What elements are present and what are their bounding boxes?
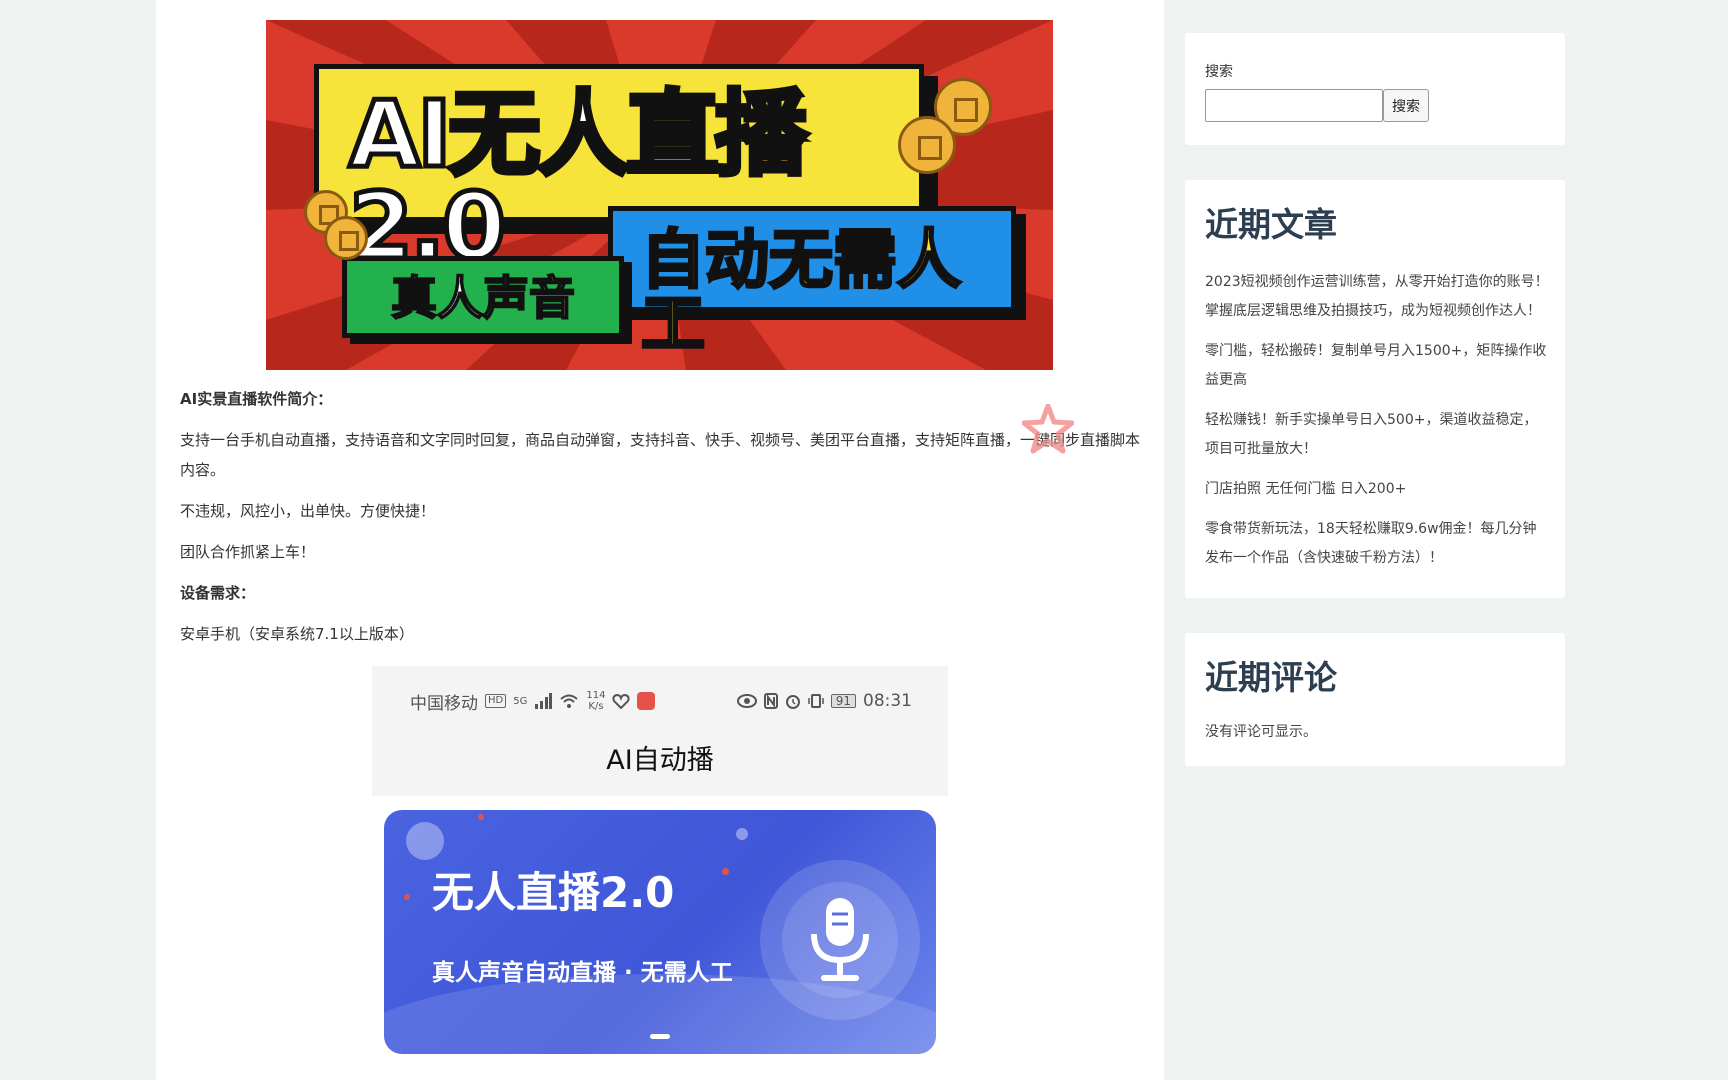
eye-icon [736, 694, 757, 708]
network-label: 5G [513, 695, 528, 707]
dot-decoration [722, 868, 729, 875]
recent-posts-list: 2023短视频创作运营训练营，从零开始打造你的账号！掌握底层逻辑思维及拍摄技巧，… [1205, 268, 1550, 584]
coin-icon [324, 216, 368, 260]
wifi-icon [560, 694, 579, 708]
dot-decoration [404, 894, 410, 900]
no-comments-text: 没有评论可显示。 [1205, 724, 1317, 740]
signal-icon [535, 693, 553, 709]
phone-screenshot-header: 中国移动 HD 5G 114 K/s 91 08:31 AI自动播 [372, 666, 948, 796]
hd-icon: HD [485, 694, 507, 708]
recent-post-link[interactable]: 轻松赚钱！新手实操单号日入500+，渠道收益稳定，项目可批量放大！ [1205, 406, 1550, 464]
recent-post-link[interactable]: 零门槛，轻松搬砖！复制单号月入1500+，矩阵操作收益更高 [1205, 337, 1550, 395]
recent-post-link[interactable]: 2023短视频创作运营训练营，从零开始打造你的账号！掌握底层逻辑思维及拍摄技巧，… [1205, 268, 1550, 326]
recent-post-link[interactable]: 门店拍照 无任何门槛 日入200+ [1205, 475, 1550, 504]
bubble-decoration [406, 822, 444, 860]
phone-app-title: AI自动播 [606, 745, 714, 776]
search-button[interactable]: 搜索 [1383, 89, 1429, 122]
intro-text: 支持一台手机自动直播，支持语音和文字同时回复，商品自动弹窗，支持抖音、快手、视频… [180, 431, 1141, 479]
article-body: AI实景直播软件简介： 支持一台手机自动直播，支持语音和文字同时回复，商品自动弹… [180, 384, 1140, 660]
search-input[interactable] [1205, 89, 1383, 122]
intro-heading: AI实景直播软件简介： [180, 390, 333, 408]
hero-tag-right: 自动无需人工 [640, 224, 963, 362]
clock-label: 08:31 [863, 691, 912, 711]
hero-title-box: AI无人直播2.0 [314, 64, 924, 275]
app-notification-icon [637, 692, 656, 710]
main-content: AI无人直播2.0 自动无需人工 真人声音 AI实景直播软件简介： 支持一台手机… [156, 0, 1164, 1080]
carousel-indicator[interactable] [650, 1034, 670, 1039]
recent-posts-widget: 近期文章 2023短视频创作运营训练营，从零开始打造你的账号！掌握底层逻辑思维及… [1185, 180, 1565, 598]
recent-post-link[interactable]: 零食带货新玩法，18天轻松赚取9.6w佣金！每几分钟发布一个作品（含快速破千粉方… [1205, 515, 1550, 573]
nfc-icon [763, 693, 778, 709]
requirements-heading: 设备需求： [180, 584, 256, 602]
dot-decoration [478, 814, 484, 820]
hero-image: AI无人直播2.0 自动无需人工 真人声音 [266, 20, 1053, 370]
recent-posts-title: 近期文章 [1205, 205, 1337, 244]
battery-icon: 91 [830, 694, 856, 708]
star-cursor-icon [1022, 404, 1074, 454]
bubble-decoration [736, 828, 748, 840]
hero-tag-left-box: 真人声音 [342, 256, 624, 338]
banner-subtitle: 真人声音自动直播 · 无需人工 [432, 960, 733, 986]
search-widget: 搜索 搜索 [1185, 33, 1565, 145]
heart-check-icon [612, 693, 631, 709]
coin-icon [898, 116, 956, 174]
app-banner: 无人直播2.0 真人声音自动直播 · 无需人工 [384, 810, 936, 1054]
hero-tag-right-box: 自动无需人工 [608, 206, 1016, 359]
carrier-label: 中国移动 [410, 693, 478, 714]
recent-comments-widget: 近期评论 没有评论可显示。 [1185, 633, 1565, 766]
recent-comments-title: 近期评论 [1205, 658, 1337, 697]
article-line: 不违规，风控小，出单快。方便快捷！ [180, 502, 436, 520]
speed-label: 114 K/s [586, 690, 606, 712]
phone-status-bar: 中国移动 HD 5G 114 K/s 91 08:31 [410, 688, 912, 714]
search-label: 搜索 [1205, 64, 1233, 80]
banner-title: 无人直播2.0 [432, 868, 675, 917]
microphone-icon [811, 898, 869, 981]
hero-tag-left: 真人声音 [390, 271, 576, 325]
alarm-icon [785, 695, 800, 709]
requirements-text: 安卓手机（安卓系统7.1以上版本） [180, 625, 414, 643]
article-line: 团队合作抓紧上车！ [180, 543, 316, 561]
vibrate-icon [807, 694, 824, 708]
